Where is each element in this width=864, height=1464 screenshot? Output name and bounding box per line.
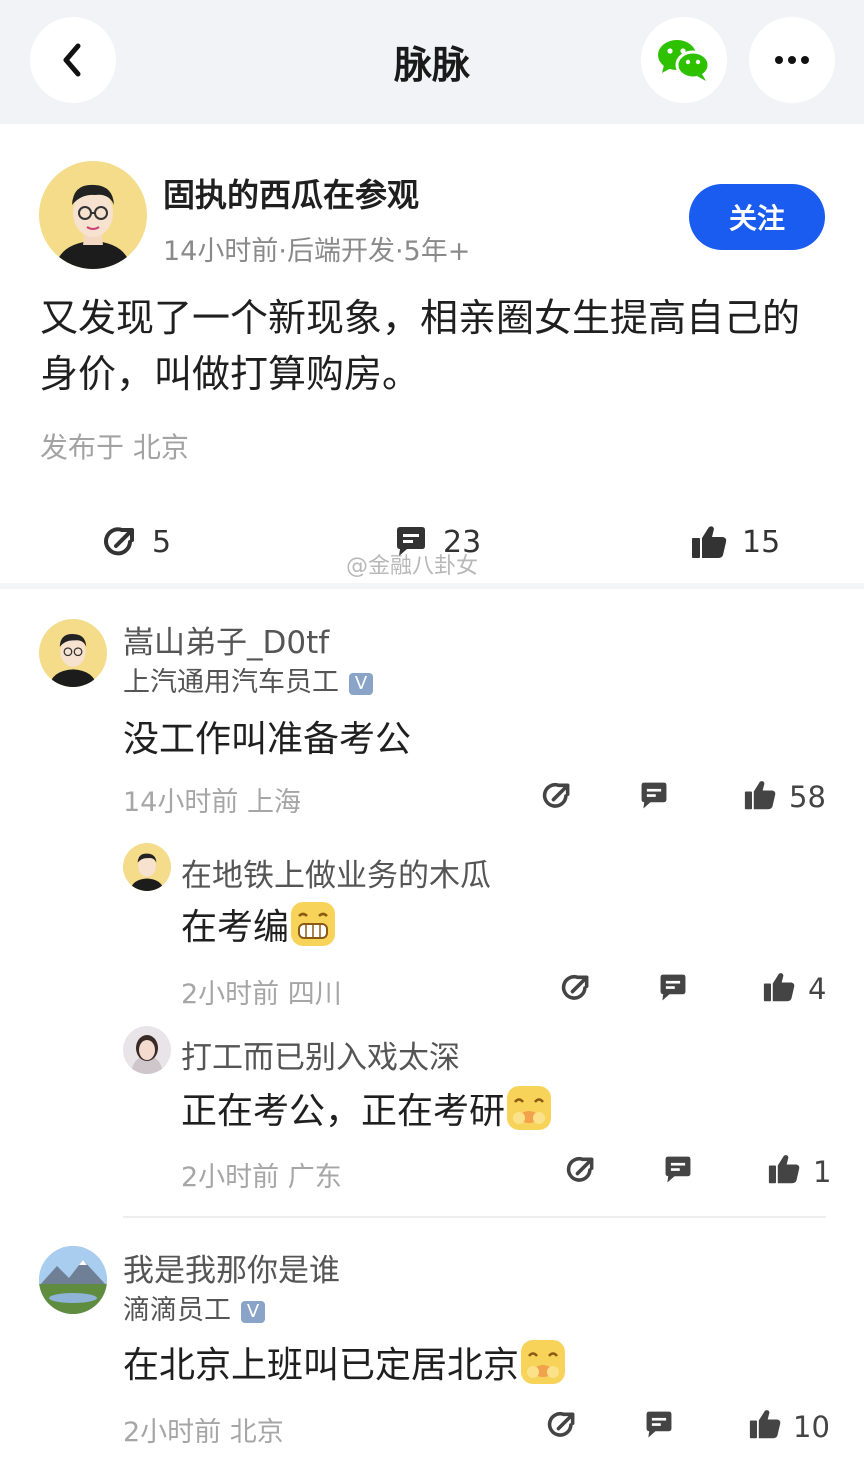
landscape-avatar-icon (39, 1246, 107, 1314)
reply-meta: 2小时前 四川 (181, 979, 342, 1010)
reply-icon[interactable] (657, 972, 689, 1004)
reply-text: 在考编 (181, 907, 290, 948)
share-action[interactable]: 5 (102, 524, 171, 560)
reply-icon[interactable] (638, 780, 670, 812)
comment-company: 滴滴员工 V (123, 1288, 265, 1327)
comment-avatar[interactable] (39, 1246, 107, 1314)
author-meta: 14小时前·后端开发·5年+ (163, 236, 471, 267)
author-name[interactable]: 固执的西瓜在参观 (163, 170, 419, 216)
reply-icon[interactable] (662, 1154, 694, 1186)
reply-meta: 2小时前 广东 (181, 1162, 342, 1193)
reply-like-count: 4 (808, 972, 827, 1006)
reply-avatar[interactable] (123, 843, 171, 891)
comment-company: 上汽通用汽车员工 V (123, 660, 373, 699)
company-label: 滴滴员工 (123, 1295, 231, 1326)
comment-avatar[interactable] (39, 619, 107, 687)
watermark: @金融八卦女 (346, 554, 479, 579)
woman-avatar-icon (131, 1035, 163, 1074)
laughing-emoji-icon (507, 1086, 552, 1130)
reply-like-count: 1 (813, 1155, 832, 1189)
more-horizontal-icon (775, 56, 809, 64)
wechat-icon (658, 40, 711, 81)
verified-badge-icon: V (241, 1300, 265, 1323)
comment-text: 没工作叫准备考公 (123, 719, 412, 760)
author-avatar[interactable] (39, 161, 147, 269)
comment-content: 在北京上班叫已定居北京 (123, 1336, 567, 1388)
thumbs-up-icon[interactable] (762, 971, 796, 1003)
thumbs-up-icon[interactable] (767, 1153, 801, 1185)
comment-like-count: 10 (793, 1410, 830, 1444)
reply-content: 正在考公，正在考研 (181, 1082, 553, 1134)
comment-meta: 2小时前 北京 (123, 1417, 284, 1448)
section-divider (0, 583, 864, 589)
man-avatar-icon (55, 184, 131, 269)
share-icon[interactable] (565, 1154, 597, 1186)
thumbs-up-icon[interactable] (748, 1408, 782, 1440)
man-avatar-icon (49, 634, 97, 687)
more-button[interactable] (749, 17, 835, 103)
reply-avatar[interactable] (123, 1026, 171, 1074)
company-label: 上汽通用汽车员工 (123, 667, 339, 698)
verified-badge-icon: V (349, 672, 373, 695)
share-icon[interactable] (546, 1409, 578, 1441)
like-action[interactable]: 15 (690, 524, 780, 560)
page-title: 脉脉 (393, 43, 470, 87)
follow-button[interactable]: 关注 (689, 184, 825, 250)
reply-icon[interactable] (643, 1409, 675, 1441)
comment-text: 在北京上班叫已定居北京 (123, 1345, 520, 1386)
post-text: 又发现了一个新现象，相亲圈女生提高自己的身价，叫做打算购房。 (40, 296, 801, 396)
man-avatar-icon (130, 853, 164, 891)
comment-meta: 14小时前 上海 (123, 787, 301, 818)
share-icon (104, 527, 134, 556)
comment-like-count: 58 (789, 780, 826, 814)
post-location: 发布于 北京 (40, 431, 189, 464)
wechat-share-button[interactable] (641, 17, 727, 103)
laughing-emoji-icon (521, 1340, 566, 1384)
thumbs-up-icon (692, 526, 727, 558)
comment-author[interactable]: 嵩山弟子_D0tf (123, 617, 329, 662)
comment-author[interactable]: 我是我那你是谁 (123, 1245, 340, 1290)
reply-author[interactable]: 打工而已别入戏太深 (181, 1032, 460, 1077)
share-icon[interactable] (560, 972, 592, 1004)
like-count: 15 (742, 524, 781, 560)
reply-text: 正在考公，正在考研 (181, 1091, 506, 1132)
reply-content: 在考编 (181, 898, 337, 950)
thumbs-up-icon[interactable] (743, 779, 777, 811)
comment-divider (123, 1216, 826, 1218)
reply-author[interactable]: 在地铁上做业务的木瓜 (181, 850, 491, 895)
grin-emoji-icon (291, 902, 336, 946)
share-count: 5 (152, 524, 172, 560)
share-icon[interactable] (541, 780, 573, 812)
